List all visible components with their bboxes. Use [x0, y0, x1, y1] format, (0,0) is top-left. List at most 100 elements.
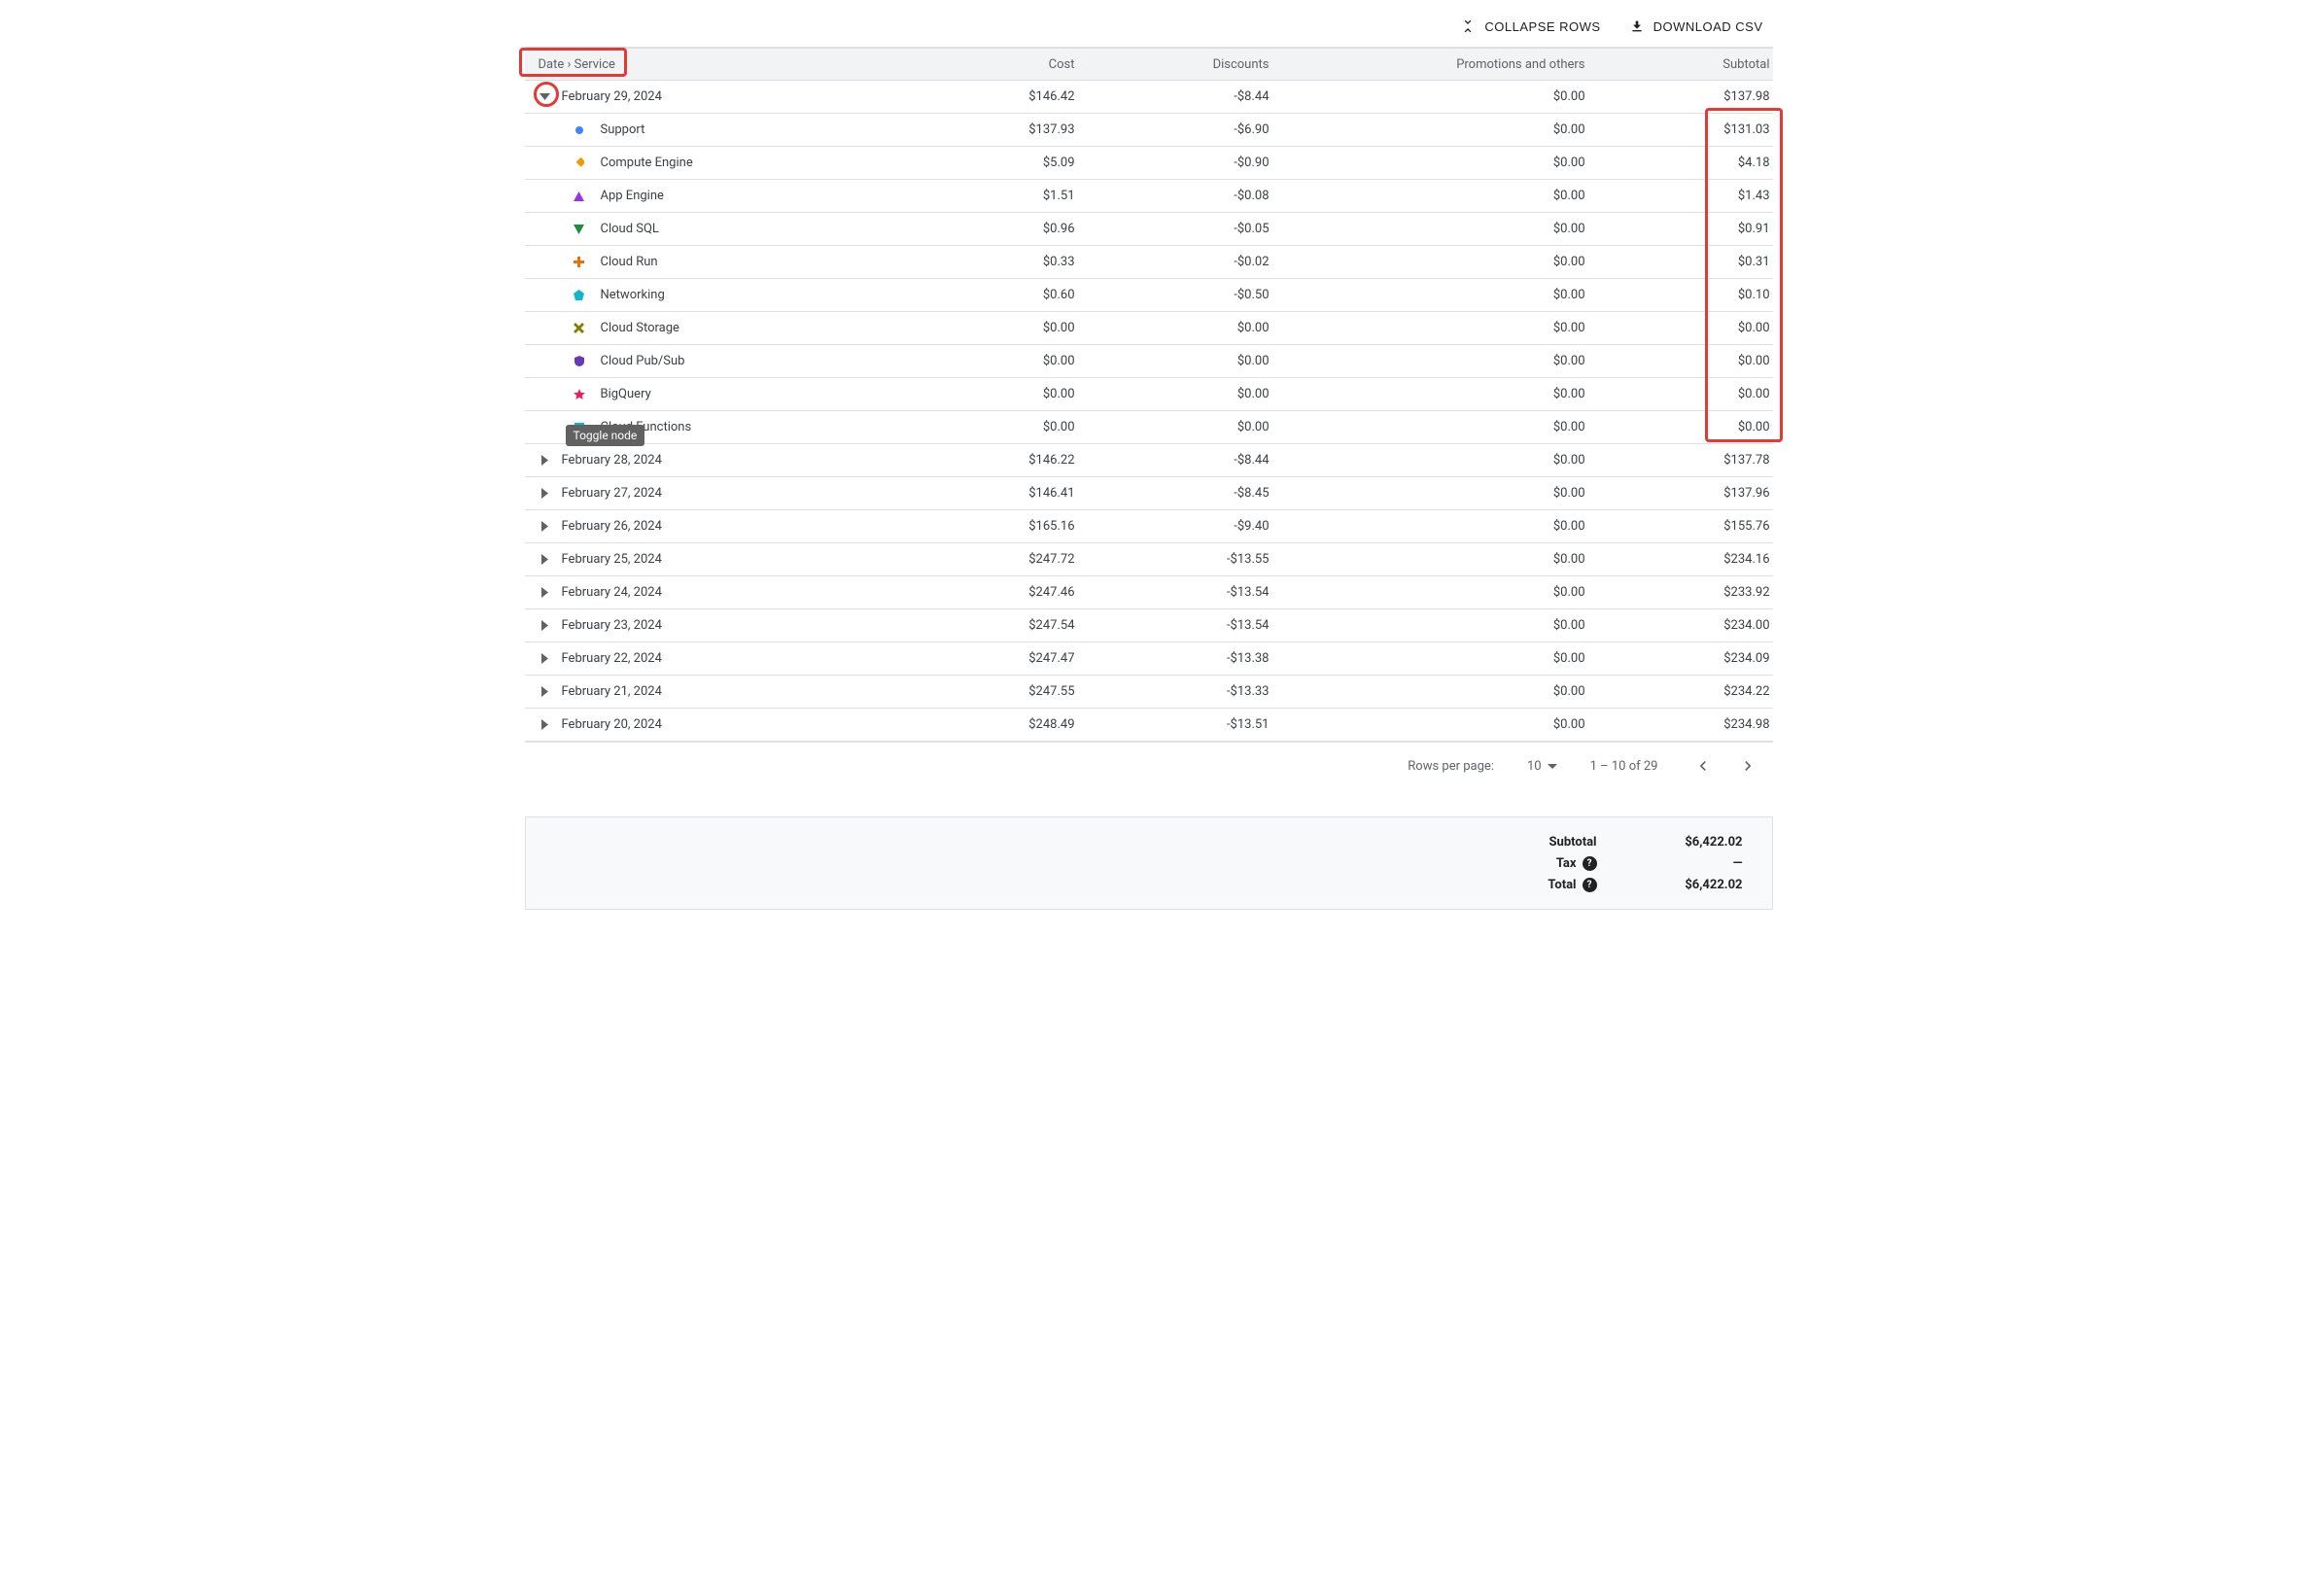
- column-cost[interactable]: Cost: [933, 57, 1089, 72]
- service-cost: $0.33: [933, 255, 1089, 269]
- row-subtotal: $234.09: [1599, 651, 1784, 666]
- summary-subtotal-label: Subtotal: [1529, 835, 1597, 850]
- table-child-row[interactable]: Cloud Functions $0.00 $0.00 $0.00 $0.00: [525, 411, 1773, 444]
- service-cost: $0.60: [933, 288, 1089, 302]
- table-row[interactable]: February 27, 2024 $146.41 -$8.45 $0.00 $…: [525, 477, 1773, 510]
- table-row[interactable]: February 20, 2024 $248.49 -$13.51 $0.00 …: [525, 709, 1773, 742]
- expand-toggle-icon[interactable]: [539, 652, 552, 666]
- service-discounts: -$0.08: [1089, 189, 1283, 203]
- download-csv-button[interactable]: DOWNLOAD CSV: [1628, 17, 1763, 35]
- collapse-icon: [1459, 17, 1477, 35]
- expand-toggle-icon[interactable]: [539, 520, 552, 534]
- column-subtotal[interactable]: Subtotal: [1599, 57, 1784, 72]
- table-child-row[interactable]: BigQuery $0.00 $0.00 $0.00 $0.00: [525, 378, 1773, 411]
- service-subtotal: $0.31: [1599, 255, 1784, 269]
- table-child-row[interactable]: Cloud Run $0.33 -$0.02 $0.00 $0.31: [525, 246, 1773, 279]
- service-name: Support: [601, 122, 645, 137]
- service-promo: $0.00: [1283, 255, 1599, 269]
- service-name: BigQuery: [601, 387, 651, 401]
- expand-toggle-icon[interactable]: [539, 718, 552, 732]
- download-icon: [1628, 17, 1646, 35]
- service-promo: $0.00: [1283, 156, 1599, 170]
- expand-toggle-icon[interactable]: [539, 487, 552, 501]
- table-child-row[interactable]: Support $137.93 -$6.90 $0.00 $131.03: [525, 114, 1773, 147]
- rows-per-page-select[interactable]: 10: [1527, 759, 1557, 774]
- row-promo: $0.00: [1283, 89, 1599, 104]
- expand-toggle-icon[interactable]: [539, 90, 552, 104]
- expand-toggle-icon[interactable]: [539, 619, 552, 633]
- row-cost: $247.47: [933, 651, 1089, 666]
- expand-toggle-icon[interactable]: [539, 586, 552, 600]
- dropdown-icon: [1548, 764, 1557, 769]
- row-date: February 23, 2024: [562, 618, 662, 633]
- chevron-right-icon: [1738, 756, 1758, 776]
- next-page-button[interactable]: [1736, 754, 1759, 778]
- table-row[interactable]: February 28, 2024 $146.22 -$8.44 $0.00 $…: [525, 444, 1773, 477]
- rows-per-page-value: 10: [1527, 759, 1542, 774]
- row-date: February 22, 2024: [562, 651, 662, 666]
- table-child-row[interactable]: Cloud SQL $0.96 -$0.05 $0.00 $0.91: [525, 213, 1773, 246]
- table-child-row[interactable]: Cloud Pub/Sub $0.00 $0.00 $0.00 $0.00: [525, 345, 1773, 378]
- service-discounts: $0.00: [1089, 321, 1283, 335]
- row-promo: $0.00: [1283, 486, 1599, 501]
- row-promo: $0.00: [1283, 519, 1599, 534]
- service-promo: $0.00: [1283, 420, 1599, 434]
- service-cost: $0.00: [933, 321, 1089, 335]
- table-child-row[interactable]: Cloud Storage $0.00 $0.00 $0.00 $0.00: [525, 312, 1773, 345]
- expand-toggle-icon[interactable]: [539, 685, 552, 699]
- service-name: Cloud Run: [601, 255, 658, 269]
- row-date: February 21, 2024: [562, 684, 662, 699]
- table-row[interactable]: February 23, 2024 $247.54 -$13.54 $0.00 …: [525, 609, 1773, 642]
- row-subtotal: $155.76: [1599, 519, 1784, 534]
- service-marker-icon: [574, 124, 585, 136]
- service-promo: $0.00: [1283, 321, 1599, 335]
- rows-per-page-label: Rows per page:: [1408, 759, 1494, 774]
- row-subtotal: $234.22: [1599, 684, 1784, 699]
- row-date: February 20, 2024: [562, 717, 662, 732]
- row-subtotal: $137.98: [1599, 89, 1784, 104]
- service-cost: $0.00: [933, 354, 1089, 368]
- service-cost: $1.51: [933, 189, 1089, 203]
- row-subtotal: $137.96: [1599, 486, 1784, 501]
- row-cost: $146.22: [933, 453, 1089, 468]
- help-icon[interactable]: ?: [1583, 878, 1597, 892]
- table-row[interactable]: February 26, 2024 $165.16 -$9.40 $0.00 $…: [525, 510, 1773, 543]
- service-discounts: -$0.90: [1089, 156, 1283, 170]
- table-row[interactable]: February 24, 2024 $247.46 -$13.54 $0.00 …: [525, 576, 1773, 609]
- service-cost: $137.93: [933, 122, 1089, 137]
- column-discounts[interactable]: Discounts: [1089, 57, 1283, 72]
- table-row[interactable]: February 21, 2024 $247.55 -$13.33 $0.00 …: [525, 676, 1773, 709]
- row-discounts: -$8.45: [1089, 486, 1283, 501]
- service-marker-icon: [574, 389, 585, 400]
- expand-toggle-icon[interactable]: [539, 553, 552, 567]
- service-promo: $0.00: [1283, 288, 1599, 302]
- service-discounts: -$0.05: [1089, 222, 1283, 236]
- collapse-rows-button[interactable]: COLLAPSE ROWS: [1459, 17, 1600, 35]
- row-discounts: -$13.51: [1089, 717, 1283, 732]
- expand-toggle-icon[interactable]: [539, 454, 552, 468]
- service-promo: $0.00: [1283, 222, 1599, 236]
- row-subtotal: $234.98: [1599, 717, 1784, 732]
- service-promo: $0.00: [1283, 122, 1599, 137]
- table-child-row[interactable]: Compute Engine $5.09 -$0.90 $0.00 $4.18: [525, 147, 1773, 180]
- service-marker-icon: [574, 257, 585, 268]
- table-row[interactable]: February 29, 2024 $146.42 -$8.44 $0.00 $…: [525, 81, 1773, 114]
- row-cost: $248.49: [933, 717, 1089, 732]
- row-cost: $146.42: [933, 89, 1089, 104]
- table-row[interactable]: February 25, 2024 $247.72 -$13.55 $0.00 …: [525, 543, 1773, 576]
- prev-page-button[interactable]: [1691, 754, 1715, 778]
- column-promotions[interactable]: Promotions and others: [1283, 57, 1599, 72]
- service-marker-icon: [574, 224, 585, 235]
- service-cost: $5.09: [933, 156, 1089, 170]
- column-date-service[interactable]: Date › Service: [525, 57, 933, 72]
- table-child-row[interactable]: App Engine $1.51 -$0.08 $0.00 $1.43: [525, 180, 1773, 213]
- help-icon[interactable]: ?: [1583, 856, 1597, 871]
- table-child-row[interactable]: Networking $0.60 -$0.50 $0.00 $0.10: [525, 279, 1773, 312]
- service-name: Cloud Storage: [601, 321, 679, 335]
- service-promo: $0.00: [1283, 354, 1599, 368]
- service-discounts: -$0.50: [1089, 288, 1283, 302]
- row-subtotal: $233.92: [1599, 585, 1784, 600]
- table-row[interactable]: February 22, 2024 $247.47 -$13.38 $0.00 …: [525, 642, 1773, 676]
- service-subtotal: $0.10: [1599, 288, 1784, 302]
- summary-subtotal-value: $6,422.02: [1646, 835, 1743, 850]
